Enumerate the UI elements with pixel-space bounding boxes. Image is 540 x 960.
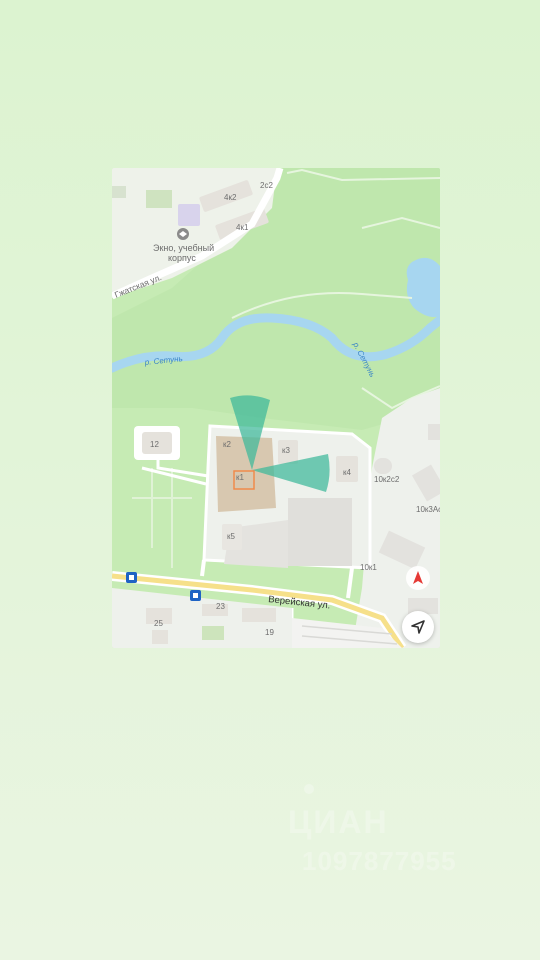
building <box>374 458 392 474</box>
compass-control[interactable] <box>406 566 430 590</box>
parking-building <box>288 498 352 566</box>
label-10k1: 10к1 <box>360 563 377 572</box>
school-building <box>178 204 200 226</box>
label-12: 12 <box>150 440 159 449</box>
my-location-button[interactable] <box>402 611 434 643</box>
label-4k2: 4к2 <box>224 193 237 202</box>
building-19 <box>242 608 276 622</box>
label-2c2: 2с2 <box>260 181 273 190</box>
school-label-line1: Экно, учебный <box>153 243 214 253</box>
label-k5: к5 <box>227 532 236 541</box>
label-23: 23 <box>216 602 225 611</box>
compass-icon <box>413 571 423 584</box>
school-poi-icon[interactable] <box>177 228 189 240</box>
watermark-id: 1097877955 <box>302 846 457 876</box>
watermark-brand: ЦИАН <box>288 804 389 840</box>
label-k3: к3 <box>282 446 291 455</box>
small-structure <box>112 186 126 198</box>
bus-stop-icon[interactable] <box>126 572 137 583</box>
building <box>428 424 440 440</box>
building <box>152 630 168 644</box>
label-k1: к1 <box>236 473 245 482</box>
label-k4: к4 <box>343 468 352 477</box>
navigation-arrow-icon <box>411 620 425 634</box>
green-plot <box>202 626 224 640</box>
watermark: ЦИАН 1097877955 <box>288 776 518 886</box>
label-10k3a: 10к3Ас <box>416 505 440 514</box>
bus-stop-icon[interactable] <box>190 590 201 601</box>
map-view[interactable]: 2с2 4к2 4к1 Экно, учебный корпус Гжатска… <box>112 168 440 648</box>
label-k2: к2 <box>223 440 232 449</box>
watermark-logo-icon <box>304 784 314 794</box>
school-label-line2: корпус <box>168 253 196 263</box>
label-10k2s2: 10к2с2 <box>374 475 400 484</box>
sports-field <box>146 190 172 208</box>
side-road <box>200 559 206 577</box>
label-19: 19 <box>265 628 274 637</box>
map-canvas[interactable]: 2с2 4к2 4к1 Экно, учебный корпус Гжатска… <box>112 168 440 648</box>
label-4k1: 4к1 <box>236 223 249 232</box>
label-25: 25 <box>154 619 163 628</box>
